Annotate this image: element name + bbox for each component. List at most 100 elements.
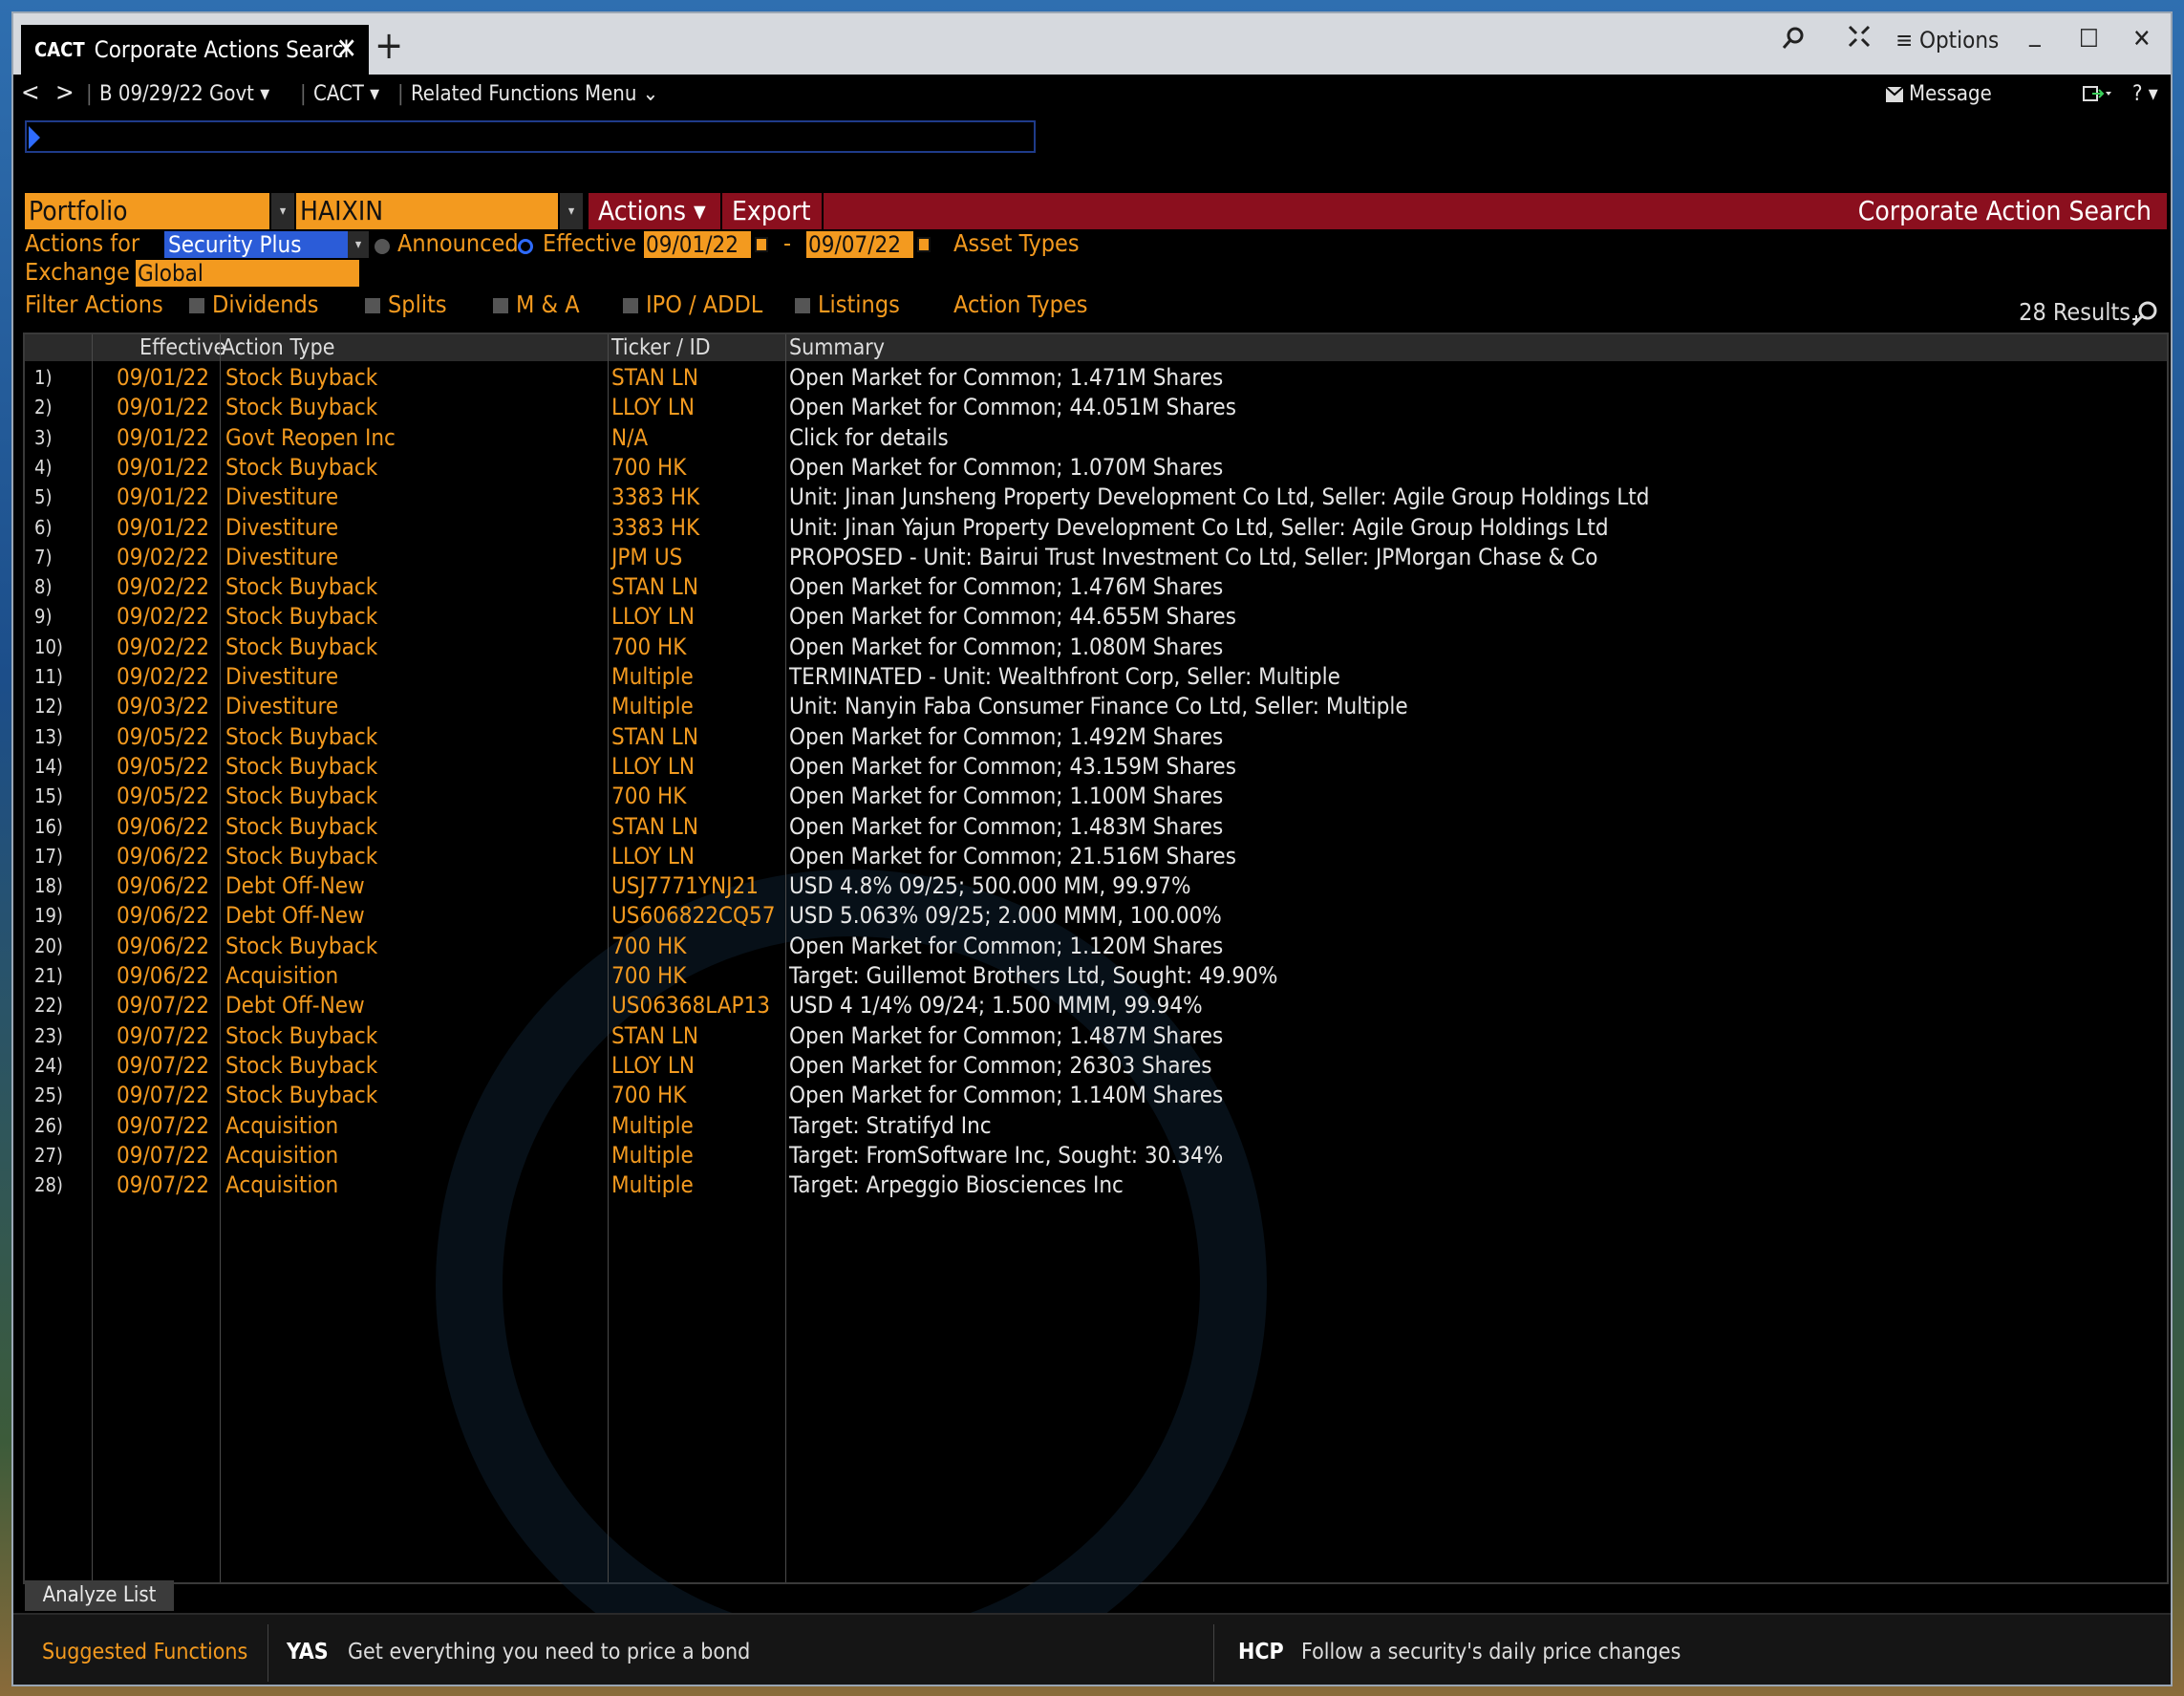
table-row[interactable]: 22) 09/07/22 Debt Off-New US06368LAP13 USD 4… — [25, 991, 2167, 1020]
cell-action-type: Stock Buyback — [225, 1051, 378, 1079]
cell-summary: Open Market for Common; 44.051M Shares — [789, 394, 1236, 421]
envelope-icon[interactable] — [1885, 84, 1904, 108]
table-row[interactable]: 28) 09/07/22 Acquisition Multiple Target: Ar… — [25, 1170, 2167, 1200]
table-row[interactable]: 20) 09/06/22 Stock Buyback 700 HK Open Marke… — [25, 932, 2167, 961]
hcp-function-description[interactable]: Follow a security's daily price changes — [1301, 1640, 1681, 1664]
exchange-input[interactable]: Global — [136, 260, 359, 287]
table-row[interactable]: 9) 09/02/22 Stock Buyback LLOY LN Open Marke… — [25, 602, 2167, 632]
table-row[interactable]: 21) 09/06/22 Acquisition 700 HK Target: Guil… — [25, 961, 2167, 991]
date-separator: - — [783, 229, 792, 257]
cell-ticker: N/A — [611, 423, 649, 451]
calendar-icon[interactable] — [755, 237, 768, 252]
fullscreen-icon[interactable] — [1848, 25, 1871, 54]
cell-ticker: STAN LN — [611, 573, 698, 601]
table-row[interactable]: 12) 09/03/22 Divestiture Multiple Unit: Nany… — [25, 692, 2167, 721]
security-selector[interactable]: B 09/29/22 Govt ▾ — [99, 82, 269, 106]
cell-effective: 09/07/22 — [117, 992, 209, 1020]
column-header-action-type[interactable]: Action Type — [222, 334, 335, 361]
maximize-icon[interactable]: ☐ — [2079, 25, 2099, 54]
cell-action-type: Stock Buyback — [225, 783, 378, 810]
zoom-icon[interactable] — [2130, 300, 2159, 335]
tab-cact[interactable]: CACT Corporate Actions Searcl ✕ — [21, 25, 369, 75]
yas-function-code[interactable]: YAS — [287, 1640, 329, 1664]
table-row[interactable]: 11) 09/02/22 Divestiture Multiple TERMINATED… — [25, 662, 2167, 692]
table-row[interactable]: 7) 09/02/22 Divestiture JPM US PROPOSED - Un… — [25, 543, 2167, 572]
cell-summary: Open Market for Common; 1.120M Shares — [789, 932, 1224, 959]
listings-checkbox[interactable]: Listings — [795, 290, 900, 318]
calendar-icon[interactable] — [917, 237, 931, 252]
analyze-list-button[interactable]: Analyze List — [25, 1580, 174, 1611]
row-number: 10) — [34, 634, 63, 658]
table-row[interactable]: 26) 09/07/22 Acquisition Multiple Target: St… — [25, 1111, 2167, 1141]
yas-function-description[interactable]: Get everything you need to price a bond — [348, 1640, 750, 1664]
ma-checkbox[interactable]: M & A — [493, 290, 580, 318]
export-button[interactable]: Export — [732, 193, 810, 229]
table-row[interactable]: 18) 09/06/22 Debt Off-New USJ7771YNJ21 USD 4… — [25, 871, 2167, 901]
minimize-icon[interactable]: _ — [2029, 19, 2041, 48]
table-row[interactable]: 10) 09/02/22 Stock Buyback 700 HK Open Marke… — [25, 633, 2167, 662]
forward-icon[interactable]: > — [55, 78, 75, 107]
options-menu[interactable]: ≡ Options — [1895, 27, 1999, 54]
back-icon[interactable]: < — [21, 78, 40, 107]
navigation-bar: < > | B 09/29/22 Govt ▾ | CACT ▾ | Relat… — [13, 75, 2171, 113]
cell-effective: 09/01/22 — [117, 453, 209, 481]
cell-summary: Open Market for Common; 43.159M Shares — [789, 752, 1236, 780]
table-row[interactable]: 5) 09/01/22 Divestiture 3383 HK Unit: Jinan … — [25, 483, 2167, 512]
table-row[interactable]: 13) 09/05/22 Stock Buyback STAN LN Open Mark… — [25, 722, 2167, 752]
page-title: Corporate Action Search — [1857, 195, 2152, 226]
cell-action-type: Stock Buyback — [225, 573, 378, 601]
cell-ticker: 700 HK — [611, 1082, 687, 1109]
new-tab-icon[interactable]: + — [375, 27, 403, 65]
message-button[interactable]: Message — [1909, 82, 1992, 106]
search-icon[interactable] — [1781, 25, 1808, 58]
actions-for-dropdown-icon[interactable]: ▾ — [348, 231, 369, 258]
table-row[interactable]: 19) 09/06/22 Debt Off-New US606822CQ57 USD 5… — [25, 901, 2167, 931]
table-row[interactable]: 4) 09/01/22 Stock Buyback 700 HK Open Market… — [25, 453, 2167, 483]
effective-radio[interactable] — [518, 239, 533, 254]
row-number: 18) — [34, 874, 63, 898]
cell-effective: 09/06/22 — [117, 932, 209, 959]
dividends-checkbox[interactable]: Dividends — [189, 290, 319, 318]
table-row[interactable]: 27) 09/07/22 Acquisition Multiple Target: Fr… — [25, 1141, 2167, 1170]
asset-types-link[interactable]: Asset Types — [953, 229, 1080, 257]
related-functions-menu[interactable]: Related Functions Menu ⌄ — [411, 82, 658, 106]
table-row[interactable]: 23) 09/07/22 Stock Buyback STAN LN Open Mark… — [25, 1021, 2167, 1051]
cell-summary: Target: Stratifyd Inc — [789, 1111, 992, 1139]
actions-for-select[interactable]: Security Plus — [164, 231, 348, 258]
splits-checkbox[interactable]: Splits — [365, 290, 447, 318]
table-row[interactable]: 3) 09/01/22 Govt Reopen Inc N/A Click for de… — [25, 423, 2167, 453]
table-row[interactable]: 8) 09/02/22 Stock Buyback STAN LN Open Marke… — [25, 572, 2167, 602]
date-to-input[interactable]: 09/07/22 — [806, 231, 913, 258]
close-tab-icon[interactable]: ✕ — [335, 32, 357, 66]
cell-effective: 09/02/22 — [117, 633, 209, 660]
portfolio-input[interactable]: HAIXIN — [296, 193, 558, 229]
header-divider — [720, 193, 722, 229]
action-types-link[interactable]: Action Types — [953, 290, 1088, 318]
table-row[interactable]: 1) 09/01/22 Stock Buyback STAN LN Open Marke… — [25, 363, 2167, 393]
command-line-input[interactable] — [25, 120, 1036, 153]
portfolio-value-dropdown-icon[interactable]: ▾ — [560, 193, 583, 229]
close-window-icon[interactable]: ✕ — [2132, 25, 2152, 54]
table-row[interactable]: 15) 09/05/22 Stock Buyback 700 HK Open Marke… — [25, 782, 2167, 811]
column-header-summary[interactable]: Summary — [789, 334, 885, 361]
checkbox-icon — [493, 298, 508, 313]
column-header-effective[interactable]: Effective — [139, 334, 225, 361]
table-row[interactable]: 14) 09/05/22 Stock Buyback LLOY LN Open Mark… — [25, 752, 2167, 782]
table-row[interactable]: 25) 09/07/22 Stock Buyback 700 HK Open Marke… — [25, 1081, 2167, 1110]
announced-radio[interactable] — [375, 239, 390, 254]
table-row[interactable]: 16) 09/06/22 Stock Buyback STAN LN Open Mark… — [25, 812, 2167, 842]
table-row[interactable]: 2) 09/01/22 Stock Buyback LLOY LN Open Marke… — [25, 393, 2167, 422]
table-row[interactable]: 24) 09/07/22 Stock Buyback LLOY LN Open Mark… — [25, 1051, 2167, 1081]
actions-button[interactable]: Actions ▾ — [598, 193, 706, 229]
date-from-input[interactable]: 09/01/22 — [644, 231, 751, 258]
table-row[interactable]: 17) 09/06/22 Stock Buyback LLOY LN Open Mark… — [25, 842, 2167, 871]
export-window-icon[interactable] — [2083, 84, 2111, 109]
portfolio-dropdown-icon[interactable]: ▾ — [271, 193, 294, 229]
hcp-function-code[interactable]: HCP — [1238, 1640, 1284, 1664]
cell-action-type: Divestiture — [225, 663, 339, 690]
table-row[interactable]: 6) 09/01/22 Divestiture 3383 HK Unit: Jinan … — [25, 513, 2167, 543]
function-selector[interactable]: CACT ▾ — [313, 82, 379, 106]
column-header-ticker[interactable]: Ticker / ID — [611, 334, 711, 361]
ipo-checkbox[interactable]: IPO / ADDL — [623, 290, 762, 318]
help-menu[interactable]: ? ▾ — [2132, 82, 2158, 106]
